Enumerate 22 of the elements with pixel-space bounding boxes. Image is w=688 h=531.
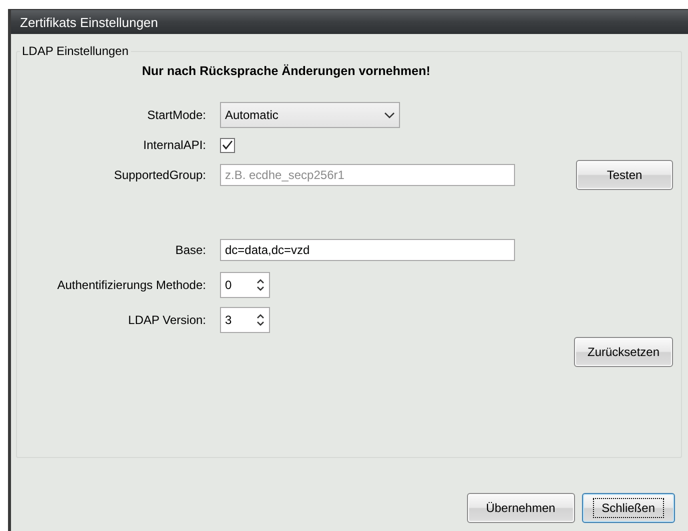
field-label: InternalAPI: xyxy=(142,138,207,152)
checkbox[interactable] xyxy=(220,138,235,152)
dialog-button[interactable]: Schließen xyxy=(582,493,675,523)
field-label: SupportedGroup: xyxy=(112,168,207,182)
test-button[interactable]: Testen xyxy=(576,160,673,190)
input-field[interactable]: z.B. ecdhe_secp256r1 xyxy=(220,164,515,186)
field-label: Base: xyxy=(174,242,207,256)
window-title: Zertifikats Einstellungen xyxy=(11,10,688,34)
chevron-down-icon xyxy=(384,112,395,118)
field-label: StartMode: xyxy=(146,108,207,122)
reset-button[interactable]: Zurücksetzen xyxy=(574,337,673,367)
up-down-arrows-icon xyxy=(256,278,265,292)
spin-box[interactable]: 3 xyxy=(220,306,270,332)
field-label: Authentifizierungs Methode: xyxy=(56,278,207,292)
start-mode-dropdown[interactable]: Automatic xyxy=(220,102,400,128)
input-field[interactable]: dc=data,dc=vzd xyxy=(220,238,515,260)
spin-box[interactable]: 0 xyxy=(220,272,270,298)
dialog-button[interactable]: Übernehmen xyxy=(466,493,575,523)
up-down-arrows-icon xyxy=(256,312,265,326)
group-title: LDAP Einstellungen xyxy=(21,44,130,58)
warning-text: Nur nach Rücksprache Änderungen vornehmen! xyxy=(142,64,432,78)
field-label: LDAP Version: xyxy=(127,312,207,326)
